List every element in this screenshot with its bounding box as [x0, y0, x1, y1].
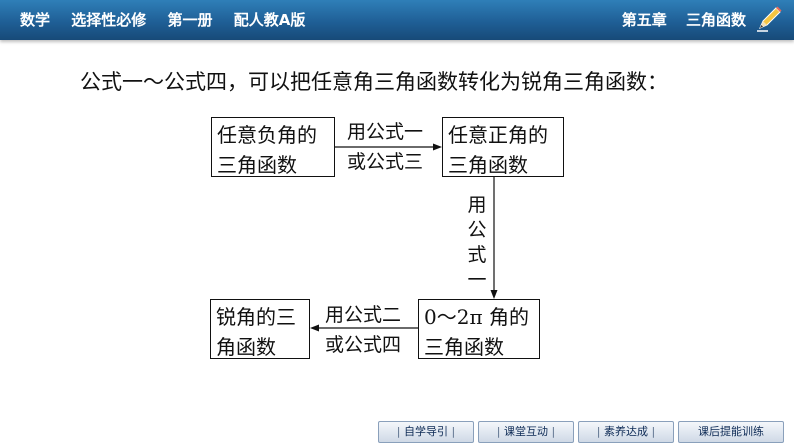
arrow-label: 用公式一	[347, 121, 424, 143]
arrow-label-char: 式	[467, 244, 487, 266]
nav-class-interaction[interactable]: | 课堂互动 |	[478, 421, 574, 443]
box-acute-angle: 锐角的三 角函数	[210, 299, 310, 359]
box-line: 任意负角的	[217, 123, 317, 147]
arrow-label: 用公式二	[325, 304, 402, 326]
vertical-arrow-label: 用 公 式 一	[466, 193, 488, 293]
subject-label: 数学	[20, 11, 51, 29]
box-line: 角函数	[216, 335, 276, 359]
box-range-angle: 0～2π 角的 三角函数	[418, 299, 540, 359]
arrow-down-head	[490, 290, 498, 299]
box-line: 三角函数	[448, 153, 528, 177]
chapter-label: 第五章	[621, 11, 667, 29]
nav-label: 课堂互动	[504, 425, 548, 438]
box-line: 0～2π 角的	[424, 305, 529, 329]
box-line: 任意正角的	[448, 123, 548, 147]
header-left: 数学 选择性必修 第一册 配人教A版	[20, 0, 321, 40]
box-line: 三角函数	[217, 153, 297, 177]
arrow-label-char: 公	[467, 219, 487, 241]
header-right: 第五章 三角函数	[608, 0, 746, 40]
header-bar: 数学 选择性必修 第一册 配人教A版 第五章 三角函数	[0, 0, 794, 40]
course-label: 选择性必修	[71, 11, 147, 29]
box-positive-angle: 任意正角的 三角函数	[442, 117, 564, 177]
nav-literacy[interactable]: | 素养达成 |	[578, 421, 674, 443]
arrow-label: 或公式四	[325, 334, 402, 356]
nav-label: 自学导引	[404, 425, 448, 438]
intro-text: 公式一～公式四，可以把任意角三角函数转化为锐角三角函数：	[80, 70, 668, 94]
box-line: 三角函数	[424, 335, 504, 359]
arrow-label-char: 用	[467, 194, 487, 216]
arrow-right-head	[433, 143, 442, 151]
nav-label: 课后提能训练	[698, 425, 764, 438]
nav-after-class-training[interactable]: 课后提能训练	[678, 421, 784, 443]
volume-label: 第一册	[167, 11, 213, 29]
pencil-icon	[757, 6, 782, 32]
edition-label: 配人教A版	[233, 11, 306, 29]
nav-self-study[interactable]: | 自学导引 |	[378, 421, 474, 443]
arrow-label: 或公式三	[347, 151, 424, 173]
arrow-left-head	[310, 324, 319, 332]
box-line: 锐角的三	[216, 305, 296, 329]
chapter-title: 三角函数	[685, 11, 746, 29]
nav-label: 素养达成	[604, 425, 648, 438]
box-negative-angle: 任意负角的 三角函数	[211, 117, 335, 177]
arrow-label-char: 一	[467, 269, 487, 291]
